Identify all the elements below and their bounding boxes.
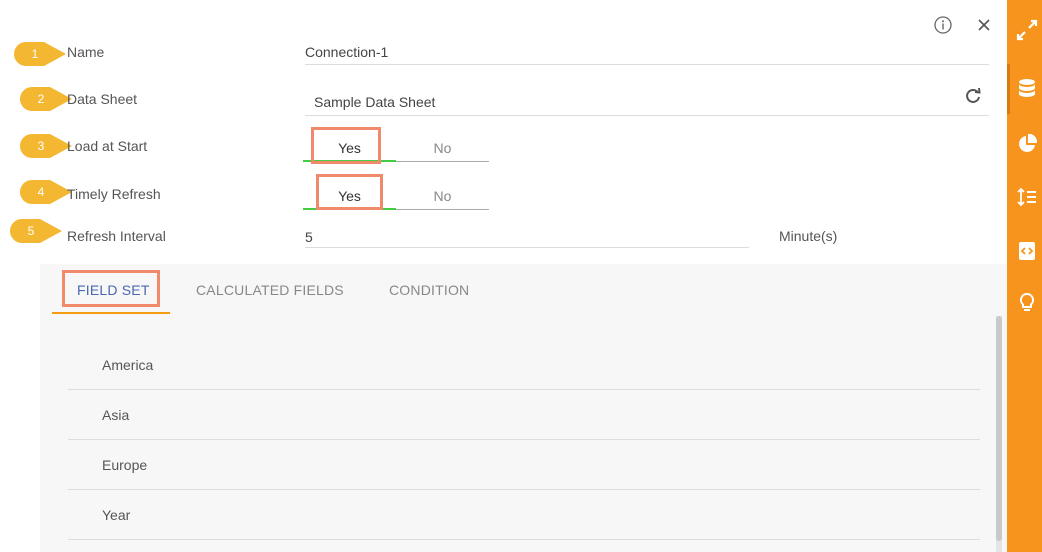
script-icon[interactable] <box>1015 239 1039 263</box>
callout-marker-5: 5 <box>10 219 70 243</box>
scrollbar-thumb[interactable] <box>996 316 1002 541</box>
highlight-box <box>311 127 381 164</box>
data-sheet-label: Data Sheet <box>67 91 138 107</box>
timely-refresh-label: Timely Refresh <box>67 186 161 202</box>
refresh-icon[interactable] <box>964 87 982 105</box>
list-item[interactable]: Asia <box>68 390 980 440</box>
tab-calculated-fields[interactable]: CALCULATED FIELDS <box>196 282 344 298</box>
list-item[interactable]: America <box>68 340 980 390</box>
list-item[interactable]: Year <box>68 490 980 540</box>
load-at-start-label: Load at Start <box>67 138 148 154</box>
active-tab-underline <box>52 312 170 314</box>
pie-chart-icon[interactable] <box>1015 132 1039 156</box>
field-set-list: America Asia Europe Year <box>68 340 980 540</box>
expand-arrows-icon[interactable] <box>1015 18 1039 42</box>
refresh-interval-input[interactable]: 5 <box>305 229 749 248</box>
field-panel: FIELD SET CALCULATED FIELDS CONDITION Am… <box>40 264 1007 552</box>
info-icon[interactable] <box>933 15 953 35</box>
refresh-interval-unit: Minute(s) <box>779 228 838 244</box>
load-at-start-no[interactable]: No <box>396 131 489 161</box>
highlight-box <box>316 174 383 210</box>
database-icon[interactable] <box>1015 77 1039 101</box>
sidebar-active-indicator <box>1007 64 1010 114</box>
highlight-box <box>62 270 160 307</box>
timely-refresh-no[interactable]: No <box>396 179 489 209</box>
list-item[interactable]: Europe <box>68 440 980 490</box>
sort-list-icon[interactable] <box>1015 185 1039 209</box>
right-sidebar <box>1007 0 1042 552</box>
name-label: Name <box>67 44 105 60</box>
scrollbar[interactable] <box>996 316 1002 552</box>
close-icon[interactable] <box>976 17 992 33</box>
data-sheet-select[interactable]: Sample Data Sheet <box>305 94 989 116</box>
callout-marker-1: 1 <box>14 42 74 66</box>
name-input[interactable]: Connection-1 <box>305 44 989 65</box>
refresh-interval-label: Refresh Interval <box>67 228 166 244</box>
tab-condition[interactable]: CONDITION <box>389 282 469 298</box>
lightbulb-icon[interactable] <box>1015 291 1039 315</box>
